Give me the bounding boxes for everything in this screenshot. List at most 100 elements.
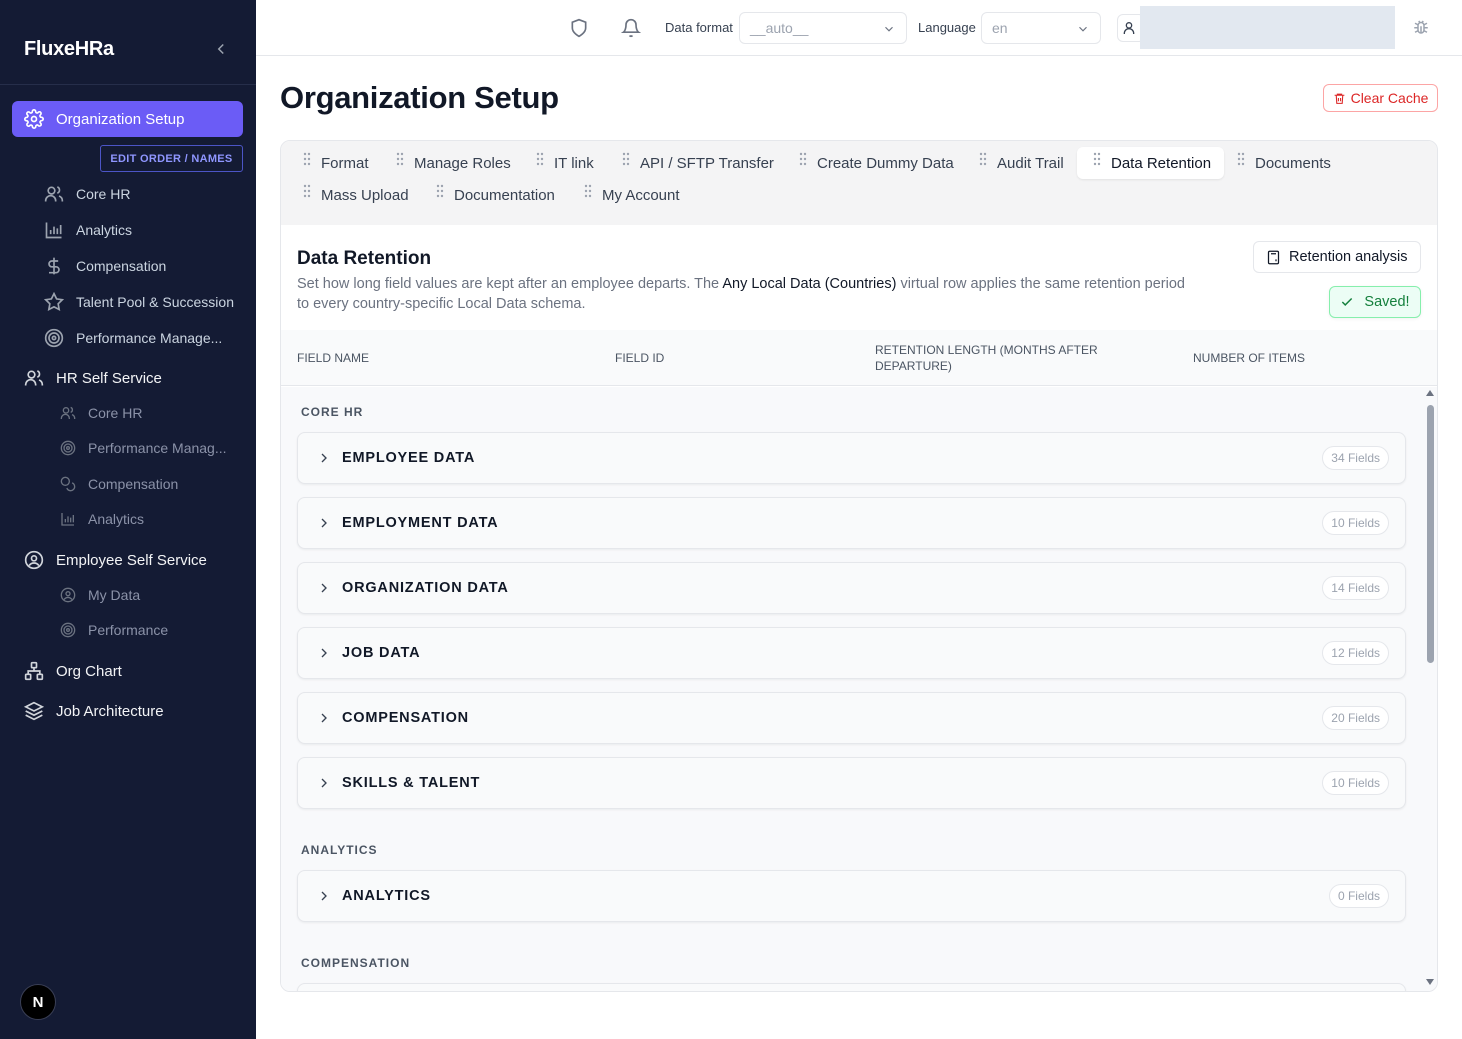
drag-handle-icon[interactable] [1093, 152, 1101, 166]
drag-handle-icon[interactable] [1237, 152, 1245, 166]
chevron-left-icon[interactable] [212, 40, 230, 58]
drag-handle-icon[interactable] [536, 152, 544, 166]
users-icon [24, 370, 44, 386]
tab-manage-roles[interactable]: Manage Roles [396, 147, 511, 179]
clear-cache-button[interactable]: Clear Cache [1323, 84, 1438, 112]
accordion-title: EMPLOYMENT DATA [342, 515, 499, 531]
drag-handle-icon[interactable] [622, 152, 630, 166]
tab-mass-upload[interactable]: Mass Upload [303, 179, 409, 211]
bug-icon[interactable] [1412, 18, 1430, 36]
accordion-organization-data[interactable]: ORGANIZATION DATA 14 Fields [297, 562, 1406, 614]
sidebar-item-org-chart[interactable]: Org Chart [24, 661, 122, 681]
tab-create-dummy-data[interactable]: Create Dummy Data [799, 147, 954, 179]
column-number-of-items: NUMBER OF ITEMS [1193, 351, 1306, 365]
dollar-icon [48, 257, 60, 275]
sidebar-item-label: Compensation [76, 258, 167, 274]
sidebar-item-talent-pool[interactable]: Talent Pool & Succession [44, 292, 234, 312]
drag-handle-icon[interactable] [303, 152, 311, 166]
table-header: FIELD NAME FIELD ID RETENTION LENGTH (MO… [281, 330, 1437, 386]
tab-label: API / SFTP Transfer [640, 154, 774, 172]
tab-label: Documents [1255, 154, 1331, 172]
chevron-right-icon [321, 453, 327, 463]
tab-format[interactable]: Format [303, 147, 369, 179]
retention-analysis-label: Retention analysis [1289, 249, 1408, 265]
trash-icon [1334, 93, 1344, 104]
group-label-core-hr: CORE HR [301, 405, 364, 419]
drag-handle-icon[interactable] [303, 184, 311, 198]
chevron-right-icon [321, 778, 327, 788]
sidebar-item-label: Performance Manag... [88, 440, 227, 456]
sidebar-item-compensation[interactable]: Compensation [44, 256, 166, 276]
sidebar-item-employee-self-service[interactable]: Employee Self Service [24, 550, 207, 570]
bar-chart-icon [61, 513, 74, 526]
drag-handle-icon[interactable] [799, 152, 807, 166]
sidebar-item-core-hr[interactable]: Core HR [44, 184, 130, 204]
scroll-down-arrow[interactable] [1426, 979, 1434, 985]
accordion-employee-data[interactable]: EMPLOYEE DATA 34 Fields [297, 432, 1406, 484]
tab-it-link[interactable]: IT link [536, 147, 594, 179]
accordion-title: ANALYTICS [342, 888, 431, 904]
tab-label: Manage Roles [414, 154, 511, 172]
tab-my-account[interactable]: My Account [584, 179, 680, 211]
bell-icon[interactable] [621, 18, 641, 38]
drag-handle-icon[interactable] [396, 152, 404, 166]
tab-documentation[interactable]: Documentation [436, 179, 555, 211]
sidebar-item-analytics[interactable]: Analytics [44, 220, 132, 240]
field-count-badge: 20 Fields [1322, 706, 1389, 730]
topbar: Data format __auto__ Language en [256, 0, 1462, 56]
tab-api-sftp[interactable]: API / SFTP Transfer [622, 147, 774, 179]
page-title: Organization Setup [280, 80, 559, 115]
column-retention-length: RETENTION LENGTH (MONTHS AFTER DEPARTURE… [875, 343, 1098, 373]
group-label-analytics: ANALYTICS [301, 843, 378, 857]
org-chart-icon [24, 661, 44, 681]
star-icon [44, 292, 64, 312]
accordion-employment-data[interactable]: EMPLOYMENT DATA 10 Fields [297, 497, 1406, 549]
chevron-down-icon [1079, 26, 1087, 32]
sidebar-item-hr-analytics[interactable]: Analytics [60, 511, 144, 527]
retention-analysis-button[interactable]: Retention analysis [1253, 241, 1421, 273]
scroll-up-arrow[interactable] [1426, 390, 1434, 396]
sidebar-item-hr-compensation[interactable]: Compensation [60, 476, 178, 492]
tab-audit-trail[interactable]: Audit Trail [979, 147, 1064, 179]
sidebar-item-label: Org Chart [56, 662, 122, 680]
sidebar-item-ess-performance[interactable]: Performance [60, 622, 168, 638]
brand-logo[interactable]: FluxeHRa [24, 38, 114, 61]
desc-highlight: Any Local Data (Countries) [722, 276, 897, 292]
tab-data-retention[interactable]: Data Retention [1077, 147, 1225, 179]
accordion-partial[interactable] [297, 983, 1406, 991]
drag-handle-icon[interactable] [436, 184, 444, 198]
column-field-id: FIELD ID [615, 351, 665, 365]
accordion-compensation[interactable]: COMPENSATION 20 Fields [297, 692, 1406, 744]
tab-bar: Format Manage Roles IT link API / SFTP T… [281, 141, 1437, 225]
user-info-placeholder [1140, 6, 1395, 49]
accordion-job-data[interactable]: JOB DATA 12 Fields [297, 627, 1406, 679]
shield-icon[interactable] [569, 18, 589, 38]
language-select[interactable]: en [981, 12, 1101, 44]
tab-documents[interactable]: Documents [1237, 147, 1331, 179]
field-count-badge: 0 Fields [1328, 884, 1389, 908]
calculator-icon [1267, 250, 1280, 264]
edit-order-button[interactable]: EDIT ORDER / NAMES [100, 145, 243, 172]
dev-badge[interactable]: N [20, 984, 56, 1020]
sidebar-item-organization-setup[interactable]: Organization Setup [12, 101, 243, 137]
data-format-select[interactable]: __auto__ [739, 12, 907, 44]
sidebar-item-hr-self-service[interactable]: HR Self Service [24, 368, 162, 388]
accordion-skills-talent[interactable]: SKILLS & TALENT 10 Fields [297, 757, 1406, 809]
scroll-thumb[interactable] [1427, 405, 1434, 663]
gear-icon [24, 109, 44, 129]
table-scrollbar[interactable] [1423, 387, 1437, 991]
drag-handle-icon[interactable] [584, 184, 592, 198]
sidebar-item-hr-core-hr[interactable]: Core HR [60, 405, 142, 421]
user-circle-icon [24, 550, 44, 570]
drag-handle-icon[interactable] [979, 152, 987, 166]
accordion-analytics[interactable]: ANALYTICS 0 Fields [297, 870, 1406, 922]
sidebar-item-performance-management[interactable]: Performance Manage... [44, 328, 222, 348]
field-count-badge: 12 Fields [1322, 641, 1389, 665]
field-count-badge: 14 Fields [1322, 576, 1389, 600]
sidebar-item-hr-performance[interactable]: Performance Manag... [60, 440, 227, 456]
sidebar-item-label: My Data [88, 587, 141, 603]
chevron-right-icon [321, 713, 327, 723]
sidebar-item-job-architecture[interactable]: Job Architecture [24, 701, 164, 721]
sidebar-item-my-data[interactable]: My Data [60, 587, 140, 603]
field-count-badge: 10 Fields [1322, 771, 1389, 795]
